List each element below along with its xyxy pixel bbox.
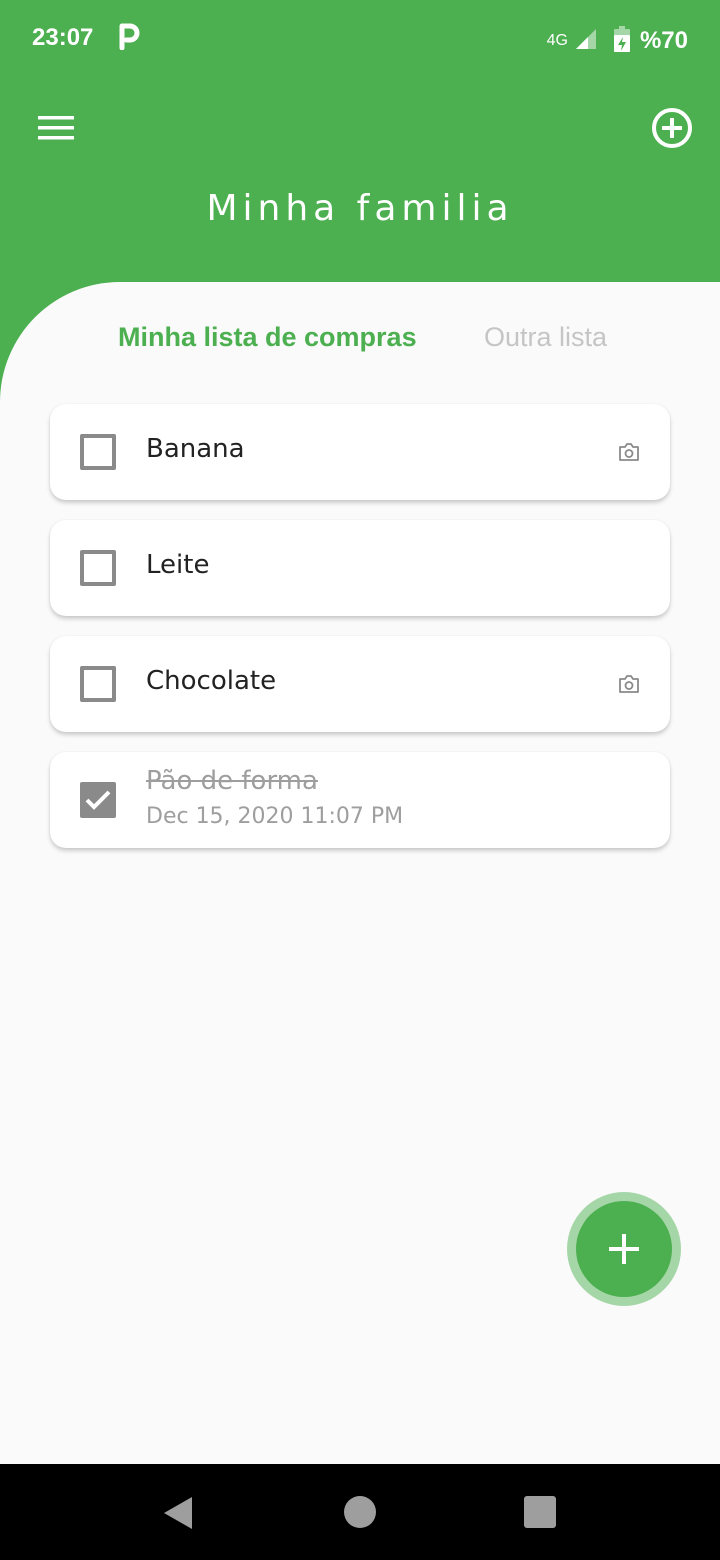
status-bar: 23:07 4G %70: [0, 0, 720, 80]
camera-icon[interactable]: [618, 674, 640, 694]
item-checkbox[interactable]: [80, 550, 116, 586]
status-right: 4G %70: [547, 26, 688, 56]
list-item[interactable]: Banana: [50, 404, 670, 500]
signal-icon: [574, 27, 598, 55]
item-name: Pão de forma: [146, 766, 318, 796]
page-title: Minha familia: [206, 188, 514, 229]
item-checkbox[interactable]: [80, 434, 116, 470]
item-date: Dec 15, 2020 11:07 PM: [146, 804, 404, 829]
add-circle-icon[interactable]: [650, 106, 694, 150]
camera-icon[interactable]: [618, 442, 640, 462]
tab-bar: Minha lista de compras Outra lista: [0, 322, 720, 362]
home-circle-icon[interactable]: [344, 1496, 376, 1528]
battery-percent: %70: [639, 27, 688, 54]
tab-outra-lista[interactable]: Outra lista: [484, 322, 607, 353]
status-time: 23:07: [32, 24, 94, 51]
tab-minha-lista[interactable]: Minha lista de compras: [118, 322, 417, 353]
nav-bar: [0, 1464, 720, 1560]
item-name: Leite: [146, 550, 210, 580]
hamburger-menu-icon[interactable]: [36, 112, 76, 144]
network-label: 4G: [546, 32, 568, 49]
plus-icon: [609, 1234, 639, 1264]
back-triangle-icon[interactable]: [162, 1496, 194, 1534]
item-checkbox-checked[interactable]: [80, 782, 116, 818]
list-item[interactable]: Leite: [50, 520, 670, 616]
item-checkbox[interactable]: [80, 666, 116, 702]
item-name: Banana: [146, 434, 245, 464]
recents-square-icon[interactable]: [524, 1496, 556, 1528]
p-app-icon: [118, 22, 140, 54]
check-icon: [85, 790, 111, 810]
item-name: Chocolate: [146, 666, 277, 696]
list-item[interactable]: Pão de forma Dec 15, 2020 11:07 PM: [50, 752, 670, 848]
add-item-fab[interactable]: [576, 1201, 672, 1297]
list-item[interactable]: Chocolate: [50, 636, 670, 732]
battery-charging-icon: [613, 26, 630, 56]
